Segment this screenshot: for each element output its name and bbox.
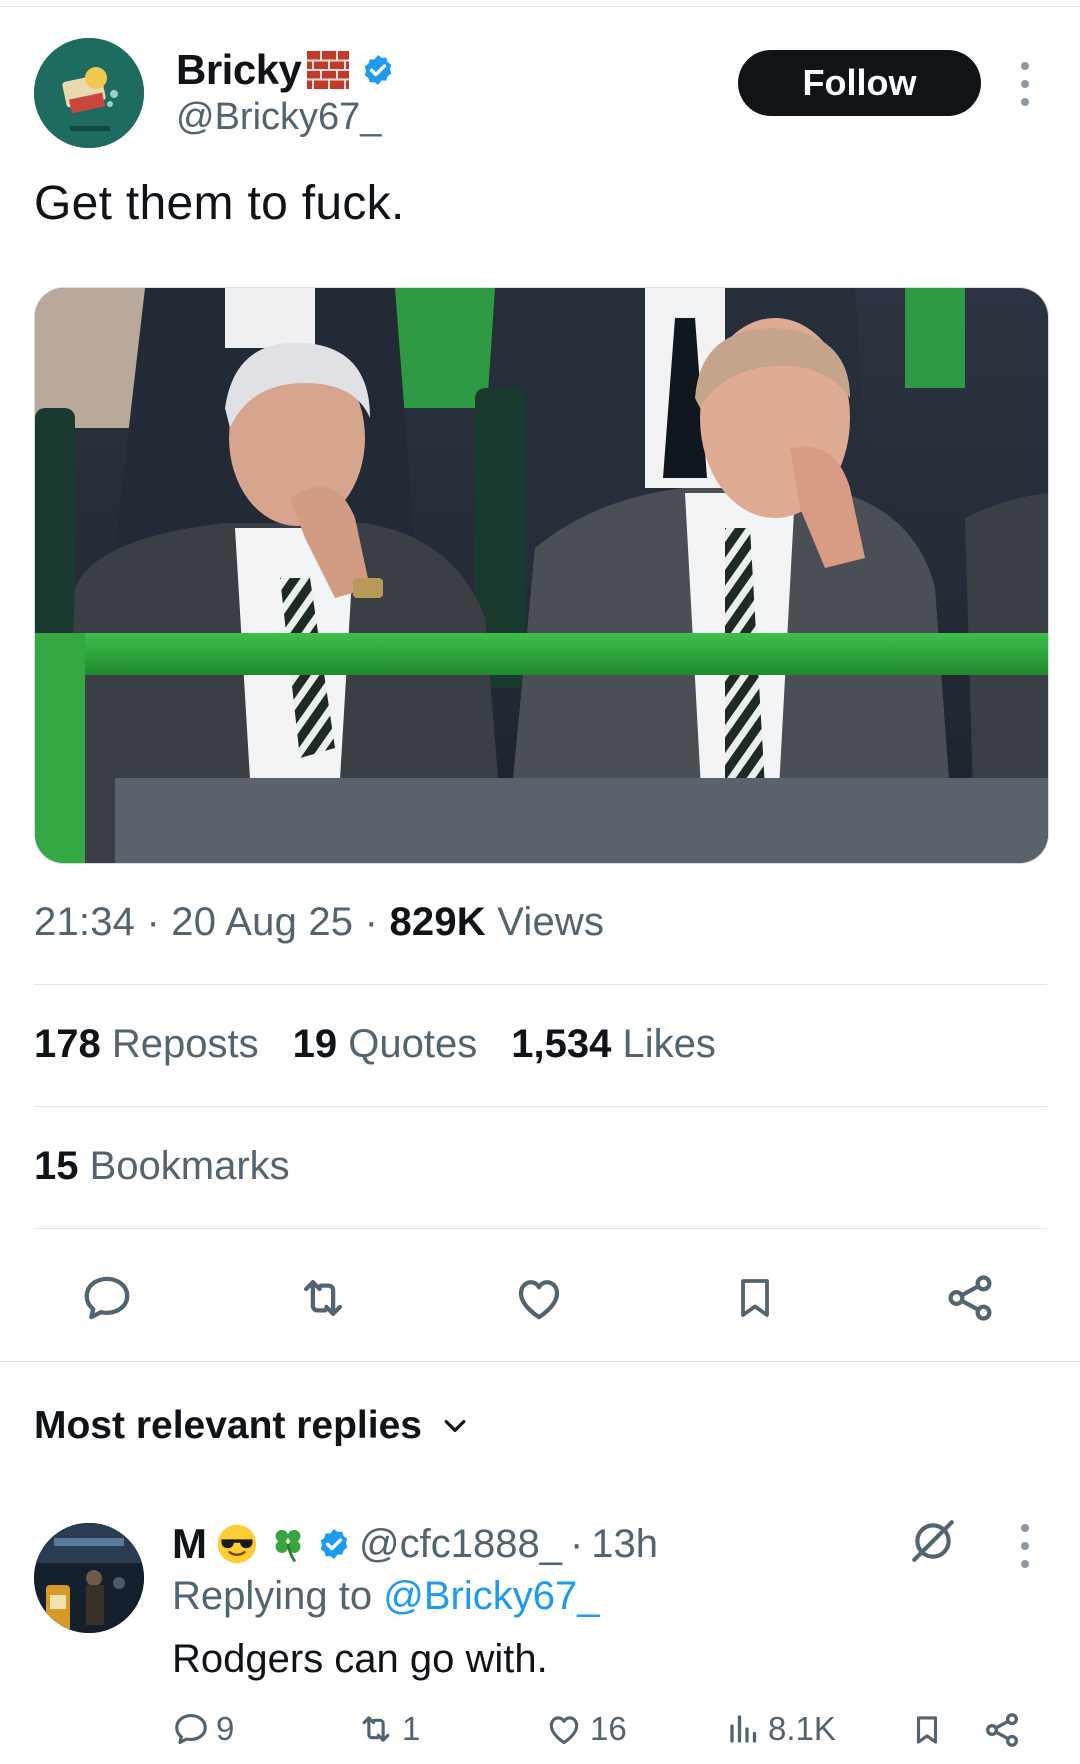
reply-icon[interactable] bbox=[77, 1268, 137, 1328]
views-count: 829K bbox=[389, 900, 486, 944]
replies-sort-label: Most relevant replies bbox=[34, 1404, 422, 1447]
reply-more-options-icon[interactable] bbox=[1012, 1524, 1038, 1568]
likes-label: Likes bbox=[622, 1022, 716, 1066]
reply-views-count: 8.1K bbox=[768, 1710, 836, 1747]
replying-prefix: Replying to bbox=[172, 1574, 373, 1618]
reply-author-name[interactable]: M bbox=[172, 1520, 207, 1568]
sunglasses-emoji-icon bbox=[217, 1524, 257, 1564]
divider bbox=[34, 1228, 1047, 1229]
reply-author-handle[interactable]: @cfc1888_ bbox=[359, 1522, 562, 1567]
reply-like-button[interactable]: 16 bbox=[544, 1710, 627, 1748]
bookmarks-label: Bookmarks bbox=[89, 1144, 290, 1188]
replying-to-link[interactable]: @Bricky67_ bbox=[383, 1574, 599, 1618]
divider bbox=[34, 984, 1047, 985]
chevron-down-icon bbox=[444, 1420, 466, 1432]
four-leaf-clover-icon bbox=[275, 1529, 301, 1563]
tweet-time[interactable]: 21:34 bbox=[34, 900, 135, 944]
views-label: Views bbox=[497, 900, 605, 944]
author-avatar[interactable] bbox=[34, 38, 144, 148]
brick-icon bbox=[307, 51, 350, 89]
bookmarks-stat[interactable]: 15 Bookmarks bbox=[34, 1144, 290, 1189]
bookmark-icon[interactable] bbox=[725, 1268, 785, 1328]
reply-bookmark-button[interactable] bbox=[910, 1710, 944, 1750]
share-icon[interactable] bbox=[940, 1268, 1000, 1328]
separator-dot: · bbox=[569, 1521, 584, 1566]
views-icon bbox=[730, 1715, 757, 1743]
top-divider bbox=[0, 0, 1080, 7]
more-options-icon[interactable] bbox=[1012, 62, 1038, 106]
like-icon bbox=[549, 1716, 579, 1745]
repost-icon bbox=[362, 1716, 390, 1742]
verified-badge-icon bbox=[365, 55, 392, 85]
reply-repost-button[interactable]: 1 bbox=[356, 1710, 420, 1748]
tweet-date[interactable]: 20 Aug 25 bbox=[171, 900, 353, 944]
tweet-text: Get them to fuck. bbox=[34, 177, 405, 230]
reply-avatar[interactable] bbox=[34, 1523, 144, 1633]
bookmarks-count: 15 bbox=[34, 1144, 79, 1188]
quotes-count: 19 bbox=[292, 1022, 338, 1066]
reposts-count: 178 bbox=[34, 1022, 101, 1066]
reply-views-button[interactable]: 8.1K bbox=[726, 1710, 836, 1748]
divider bbox=[34, 1106, 1047, 1107]
bookmark-icon bbox=[916, 1716, 938, 1744]
replies-sort-dropdown[interactable]: Most relevant replies bbox=[34, 1404, 470, 1448]
reply-text: Rodgers can go with. bbox=[172, 1637, 548, 1681]
reply-share-button[interactable] bbox=[982, 1710, 1022, 1750]
follow-button[interactable]: Follow bbox=[738, 50, 981, 116]
reply-repost-count: 1 bbox=[402, 1710, 421, 1747]
likes-count: 1,534 bbox=[511, 1022, 612, 1066]
replying-to: Replying to @Bricky67_ bbox=[172, 1574, 599, 1619]
verified-badge-icon bbox=[320, 1529, 348, 1559]
quotes-stat[interactable]: 19 Quotes bbox=[293, 1022, 478, 1067]
reposts-label: Reposts bbox=[111, 1022, 259, 1066]
share-icon bbox=[986, 1713, 1018, 1747]
author-handle[interactable]: @Bricky67_ bbox=[176, 96, 381, 139]
reposts-stat[interactable]: 178 Reposts bbox=[34, 1022, 259, 1067]
reply-time[interactable]: 13h bbox=[591, 1522, 658, 1567]
quotes-label: Quotes bbox=[348, 1022, 478, 1066]
reply-reply-count: 9 bbox=[216, 1710, 235, 1747]
reply-reply-button[interactable]: 9 bbox=[172, 1710, 234, 1748]
reply-header: M 😎🍀 @cfc1888_ · 13h bbox=[172, 1514, 658, 1574]
like-icon[interactable] bbox=[509, 1268, 569, 1328]
repost-icon[interactable] bbox=[293, 1268, 353, 1328]
reply-like-count: 16 bbox=[590, 1710, 627, 1747]
grok-icon[interactable] bbox=[908, 1516, 958, 1571]
reply-icon bbox=[175, 1713, 207, 1745]
likes-stat[interactable]: 1,534 Likes bbox=[511, 1022, 716, 1067]
tweet-meta: 21:34 · 20 Aug 25 · 829K Views bbox=[34, 900, 605, 944]
tweet-photo[interactable] bbox=[34, 287, 1049, 864]
section-divider bbox=[0, 1361, 1080, 1362]
author-name-row: Bricky 🧱 bbox=[176, 42, 395, 98]
author-display-name[interactable]: Bricky bbox=[176, 46, 302, 94]
engagement-stats: 178 Reposts 19 Quotes 1,534 Likes bbox=[34, 1022, 716, 1067]
